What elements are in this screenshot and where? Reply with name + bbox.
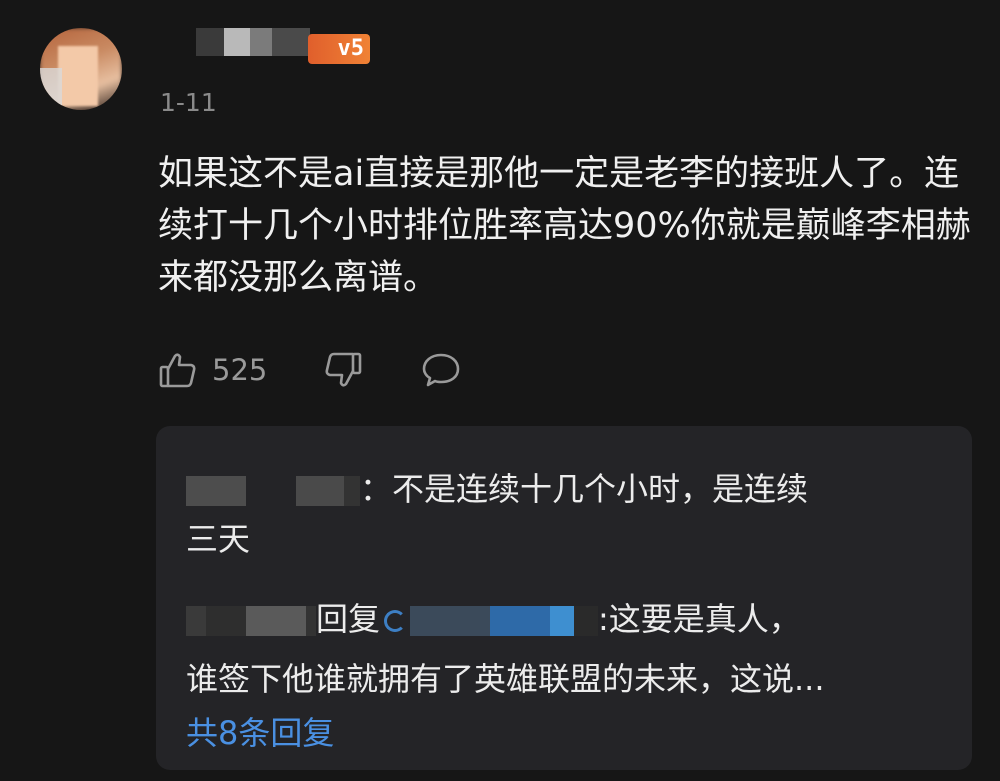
thumbs-down-icon	[325, 352, 362, 387]
reply-text: :这要是真人，	[598, 600, 801, 638]
reply-text: ：不是连续十几个小时，是连续	[360, 470, 809, 508]
mention-icon	[384, 610, 407, 632]
reply-button[interactable]	[421, 350, 461, 390]
reply-item[interactable]: 回复 :这要是真人，	[186, 594, 801, 644]
replies-box: ：不是连续十几个小时，是连续 三天 回复 :这要是真人， 谁签下他谁就拥有了英雄联…	[156, 426, 972, 770]
reply-text-continued: 谁签下他谁就拥有了英雄联盟的未来，这说...	[186, 660, 825, 698]
like-count: 525	[212, 353, 268, 387]
reply-text-continued: 三天	[186, 520, 251, 558]
like-button[interactable]	[158, 350, 198, 390]
reply-author-redacted[interactable]	[186, 476, 246, 506]
level-badge: v5	[308, 34, 370, 64]
reply-author-redacted[interactable]	[186, 606, 206, 636]
dislike-button[interactable]	[323, 350, 363, 390]
comment-avatar[interactable]	[40, 28, 122, 110]
comment-date: 1-11	[160, 88, 217, 117]
comment-text: 如果这不是ai直接是那他一定是老李的接班人了。连续打十几个小时排位胜率高达90%…	[158, 154, 971, 298]
comment-actions: 525	[158, 348, 461, 392]
speech-bubble-icon	[423, 353, 460, 387]
reply-item[interactable]: ：不是连续十几个小时，是连续	[186, 464, 808, 514]
thumbs-up-icon	[159, 353, 196, 388]
more-replies-link[interactable]: 共8条回复	[186, 708, 334, 758]
reply-word: 回复	[316, 600, 381, 638]
username-redacted[interactable]	[196, 28, 310, 56]
